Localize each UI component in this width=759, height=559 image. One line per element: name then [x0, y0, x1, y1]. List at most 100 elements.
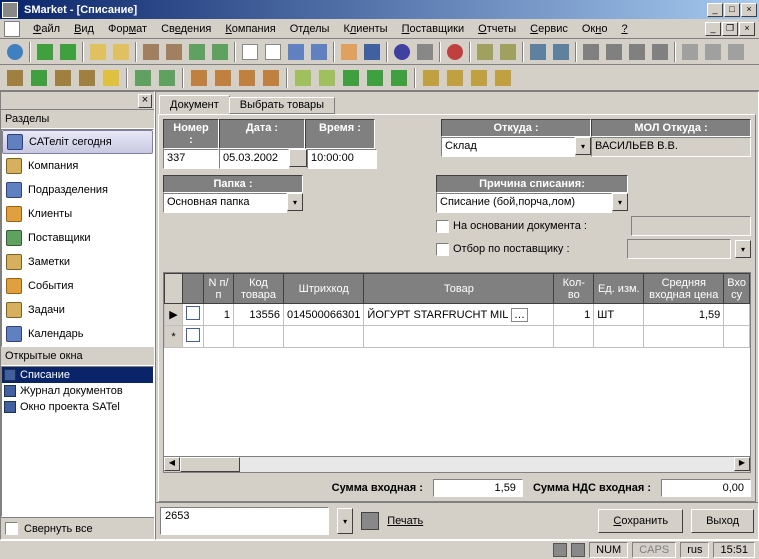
tb-r11-icon[interactable] — [725, 41, 747, 63]
col-num[interactable]: N п/п — [204, 274, 234, 304]
tb2-17-icon[interactable] — [420, 67, 442, 89]
sidebar-item-events[interactable]: События — [2, 274, 153, 298]
tb2-14-icon[interactable] — [340, 67, 362, 89]
maximize-button[interactable]: □ — [724, 3, 740, 17]
bydoc-input[interactable] — [631, 216, 751, 236]
collapse-checkbox[interactable] — [5, 522, 18, 535]
col-price[interactable]: Средняя входная цена — [644, 274, 724, 304]
calendar-button[interactable] — [289, 149, 307, 167]
sidebar-item-calendar[interactable]: Календарь — [2, 322, 153, 346]
reason-input[interactable]: Списание (бой,порча,лом) — [436, 193, 612, 213]
tb-r2-icon[interactable] — [497, 41, 519, 63]
menu-clients[interactable]: Клиенты — [336, 21, 394, 37]
mdi-minimize-button[interactable]: _ — [705, 22, 721, 36]
bydoc-checkbox[interactable] — [436, 220, 449, 233]
tb-help-icon[interactable] — [391, 41, 413, 63]
tb-chart-icon[interactable] — [361, 41, 383, 63]
menu-window[interactable]: Окно — [575, 21, 615, 37]
tb2-11-icon[interactable] — [260, 67, 282, 89]
tb-box1-icon[interactable] — [140, 41, 162, 63]
tb2-3-icon[interactable] — [52, 67, 74, 89]
code-input[interactable]: 2653 — [160, 507, 329, 535]
col-barcode[interactable]: Штрихкод — [284, 274, 364, 304]
tb-r7-icon[interactable] — [626, 41, 648, 63]
status-icon-1[interactable] — [553, 543, 567, 557]
tb-r1-icon[interactable] — [474, 41, 496, 63]
tb-box2-icon[interactable] — [163, 41, 185, 63]
items-grid[interactable]: N п/п Код товара Штрихкод Товар Кол-во Е… — [163, 272, 751, 473]
tb2-13-icon[interactable] — [316, 67, 338, 89]
menu-reports[interactable]: Отчеты — [471, 21, 523, 37]
reason-dropdown[interactable] — [612, 193, 628, 211]
tb-forward-icon[interactable] — [57, 41, 79, 63]
exit-button[interactable]: Выход — [691, 509, 754, 533]
tb2-8-icon[interactable] — [188, 67, 210, 89]
from-input[interactable]: Склад — [441, 137, 575, 157]
window-item-journal[interactable]: Журнал документов — [2, 383, 153, 399]
tb2-15-icon[interactable] — [364, 67, 386, 89]
menu-format[interactable]: Формат — [101, 21, 154, 37]
date-input[interactable]: 05.03.2002 — [219, 149, 289, 169]
sidebar-item-suppliers[interactable]: Поставщики — [2, 226, 153, 250]
tb-back-icon[interactable] — [34, 41, 56, 63]
tb-doc4-icon[interactable] — [308, 41, 330, 63]
col-unit[interactable]: Ед. изм. — [594, 274, 644, 304]
tb-doc3-icon[interactable] — [285, 41, 307, 63]
tb-box3-icon[interactable] — [186, 41, 208, 63]
tb-globe-icon[interactable] — [4, 41, 26, 63]
tb2-10-icon[interactable] — [236, 67, 258, 89]
col-code[interactable]: Код товара — [234, 274, 284, 304]
tb-r5-icon[interactable] — [580, 41, 602, 63]
sidebar-item-today[interactable]: САТеліт сегодня — [2, 130, 153, 154]
mol-input[interactable]: ВАСИЛЬЕВ В.В. — [591, 137, 751, 157]
save-button[interactable]: Сохранить — [598, 509, 683, 533]
print-icon[interactable] — [361, 512, 379, 530]
tb-whatsthis-icon[interactable] — [414, 41, 436, 63]
tb2-18-icon[interactable] — [444, 67, 466, 89]
sidebar-item-notes[interactable]: Заметки — [2, 250, 153, 274]
tb2-2-icon[interactable] — [28, 67, 50, 89]
col-name[interactable]: Товар — [364, 274, 554, 304]
col-cut[interactable]: Вхо су — [724, 274, 750, 304]
tb-box4-icon[interactable] — [209, 41, 231, 63]
code-dropdown[interactable] — [337, 508, 353, 534]
tb-doc2-icon[interactable] — [262, 41, 284, 63]
grid-hscroll[interactable]: ◀▶ — [164, 456, 750, 472]
menu-help[interactable]: ? — [614, 21, 634, 37]
menu-service[interactable]: Сервис — [523, 21, 575, 37]
tb2-6-icon[interactable] — [132, 67, 154, 89]
sidebar-item-departments[interactable]: Подразделения — [2, 178, 153, 202]
tb2-12-icon[interactable] — [292, 67, 314, 89]
bysupplier-checkbox[interactable] — [436, 243, 449, 256]
tb-open-icon[interactable] — [87, 41, 109, 63]
sidebar-item-clients[interactable]: Клиенты — [2, 202, 153, 226]
tb-r4-icon[interactable] — [550, 41, 572, 63]
window-item-writeoff[interactable]: Списание — [2, 367, 153, 383]
number-input[interactable]: 337 — [163, 149, 219, 169]
table-new-row[interactable]: * — [165, 326, 750, 348]
menu-suppliers[interactable]: Поставщики — [395, 21, 472, 37]
tb2-16-icon[interactable] — [388, 67, 410, 89]
menu-view[interactable]: Вид — [67, 21, 101, 37]
sidebar-item-tasks[interactable]: Задачи — [2, 298, 153, 322]
tb-open2-icon[interactable] — [110, 41, 132, 63]
tb-r9-icon[interactable] — [679, 41, 701, 63]
tb-r6-icon[interactable] — [603, 41, 625, 63]
tab-document[interactable]: Документ — [159, 95, 230, 114]
tb2-9-icon[interactable] — [212, 67, 234, 89]
tb-stop-icon[interactable] — [444, 41, 466, 63]
menu-info[interactable]: Сведения — [154, 21, 218, 37]
tb-r8-icon[interactable] — [649, 41, 671, 63]
table-row[interactable]: ▶ 1 13556 014500066301 ЙОГУРТ STARFRUCHT… — [165, 304, 750, 326]
tab-goods[interactable]: Выбрать товары — [229, 97, 335, 114]
bysupplier-dropdown[interactable] — [735, 240, 751, 258]
menu-company[interactable]: Компания — [218, 21, 282, 37]
bysupplier-input[interactable] — [627, 239, 731, 259]
tb-doc1-icon[interactable] — [239, 41, 261, 63]
col-qty[interactable]: Кол-во — [554, 274, 594, 304]
time-input[interactable]: 10:00:00 — [307, 149, 377, 169]
tb2-19-icon[interactable] — [468, 67, 490, 89]
status-icon-2[interactable] — [571, 543, 585, 557]
sidebar-item-company[interactable]: Компания — [2, 154, 153, 178]
tb2-1-icon[interactable] — [4, 67, 26, 89]
